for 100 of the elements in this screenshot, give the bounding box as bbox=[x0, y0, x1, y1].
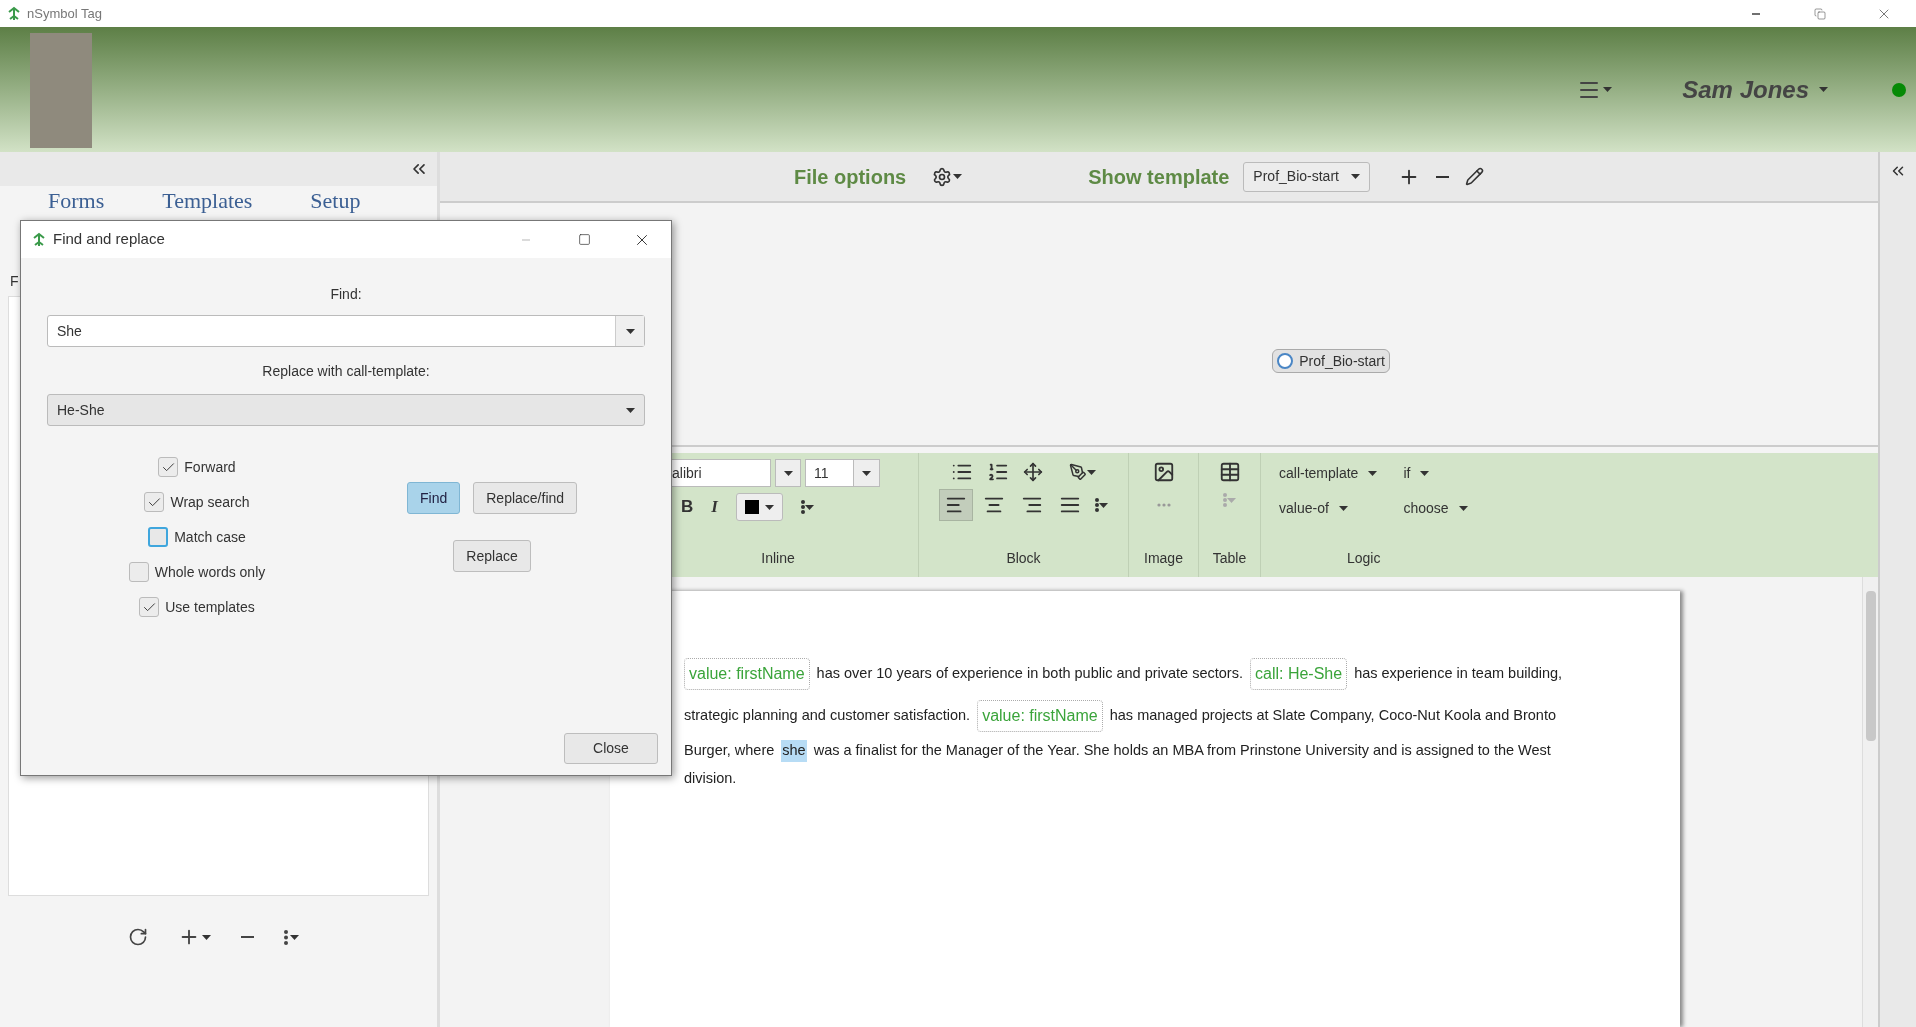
body-text: was a finalist for the Manager of the Year. She holds an MBA from Prinstone University and is assigned to the West bbox=[813, 741, 1551, 761]
option-checkbox[interactable]: Forward bbox=[158, 456, 236, 478]
refresh-icon bbox=[128, 927, 148, 947]
more-icon bbox=[800, 500, 805, 514]
italic-button[interactable]: I bbox=[711, 494, 718, 520]
body-text: has over 10 years of experience in both public and private sectors. bbox=[816, 664, 1243, 684]
pencil-icon bbox=[1464, 167, 1484, 186]
numbered-list-button[interactable] bbox=[987, 461, 1009, 483]
caret-icon bbox=[1458, 506, 1468, 511]
section-label: File options bbox=[794, 164, 907, 190]
align-button[interactable] bbox=[939, 489, 973, 521]
body-text: division. bbox=[684, 769, 737, 789]
replace-label: Replace with call-template: bbox=[262, 362, 430, 381]
dialog-title: Find and replace bbox=[53, 229, 165, 250]
caret-icon bbox=[862, 470, 871, 476]
image-icon bbox=[1152, 461, 1175, 483]
dialog-button[interactable]: Find bbox=[407, 482, 461, 514]
ellipsis-icon bbox=[1156, 503, 1171, 507]
image-button[interactable] bbox=[1152, 461, 1175, 483]
caret-icon bbox=[625, 328, 635, 334]
more-icon bbox=[284, 929, 288, 945]
maximize-icon bbox=[577, 233, 591, 246]
caret-icon bbox=[1819, 87, 1828, 92]
body-text: has managed projects at Slate Company, Coco-Nut Koola and Bronto bbox=[1109, 706, 1556, 726]
body-text: Burger, where bbox=[684, 741, 775, 761]
pen-icon bbox=[1069, 463, 1087, 481]
caret-icon bbox=[1087, 469, 1096, 475]
caret-icon bbox=[804, 504, 814, 510]
body-text: strategic planning and customer satisfaction. bbox=[684, 706, 971, 726]
field-label: F bbox=[10, 272, 19, 291]
caret-icon bbox=[1099, 502, 1108, 508]
dialog-button[interactable]: Replace/find bbox=[473, 482, 578, 514]
radio-icon bbox=[1277, 353, 1294, 369]
option-checkbox[interactable]: Whole words only bbox=[128, 561, 266, 583]
option-checkbox[interactable]: Match case bbox=[148, 526, 246, 548]
group-label: Table bbox=[1212, 549, 1247, 568]
group-label: Logic bbox=[1347, 549, 1382, 568]
option-checkbox[interactable]: Use templates bbox=[139, 596, 255, 618]
more-button[interactable] bbox=[1095, 498, 1108, 512]
panel-tab[interactable]: Setup bbox=[310, 186, 361, 216]
find-label: Find: bbox=[330, 285, 362, 304]
table-icon bbox=[1218, 461, 1241, 483]
caret-icon bbox=[1368, 471, 1378, 476]
numbered-list-icon bbox=[987, 461, 1009, 483]
minus-icon bbox=[1435, 175, 1449, 178]
app-logo-icon bbox=[6, 5, 22, 22]
more-icon bbox=[1095, 498, 1099, 512]
app-logo-icon bbox=[31, 231, 47, 248]
more-button[interactable] bbox=[800, 500, 814, 514]
size-field[interactable]: 11 bbox=[805, 459, 880, 487]
caret-icon bbox=[783, 470, 793, 476]
logic-dropdown[interactable]: choose bbox=[1403, 498, 1468, 519]
caret-icon bbox=[1350, 174, 1360, 179]
panel-tab[interactable]: Forms bbox=[48, 186, 105, 216]
minus-icon bbox=[241, 936, 254, 938]
logic-dropdown[interactable]: if bbox=[1403, 463, 1468, 484]
caret-icon bbox=[1420, 471, 1430, 476]
logic-dropdown[interactable]: call-template bbox=[1279, 463, 1378, 484]
font-dropdown[interactable] bbox=[775, 459, 801, 487]
caret-icon bbox=[1603, 87, 1613, 92]
move-button[interactable] bbox=[1023, 462, 1043, 482]
minimize-icon bbox=[522, 238, 530, 241]
logic-dropdown[interactable]: value-of bbox=[1279, 498, 1378, 519]
edit-button[interactable] bbox=[1464, 167, 1484, 186]
group-label: Image bbox=[1144, 549, 1183, 568]
minimize-icon bbox=[1752, 12, 1760, 15]
caret-icon bbox=[1227, 497, 1236, 503]
gear-icon bbox=[932, 166, 953, 187]
refresh-button[interactable] bbox=[128, 927, 148, 947]
caret-icon bbox=[202, 934, 211, 940]
search-match: she bbox=[781, 740, 807, 762]
group-label: Block bbox=[1006, 549, 1041, 568]
settings-button[interactable] bbox=[932, 166, 963, 187]
user-menu[interactable]: Sam Jones bbox=[1682, 71, 1828, 108]
dialog-button[interactable]: Replace bbox=[453, 540, 531, 572]
body-text: has experience in team building, bbox=[1354, 664, 1563, 684]
group-label: Inline bbox=[761, 549, 795, 568]
more-icon bbox=[1223, 493, 1227, 507]
caret-icon bbox=[953, 174, 963, 179]
caret-icon bbox=[290, 934, 299, 940]
caret-icon bbox=[764, 504, 774, 510]
remove-button[interactable] bbox=[1435, 175, 1449, 178]
section-label: Show template bbox=[1088, 164, 1230, 190]
option-checkbox[interactable]: Wrap search bbox=[144, 491, 250, 513]
move-icon bbox=[1023, 462, 1043, 482]
restore-icon bbox=[1814, 7, 1826, 20]
caret-icon bbox=[626, 407, 635, 413]
color-swatch bbox=[744, 500, 759, 514]
table-button[interactable] bbox=[1218, 461, 1241, 483]
template-dropdown[interactable]: Prof_Bio-start bbox=[1243, 161, 1370, 192]
more-button[interactable] bbox=[284, 929, 299, 945]
template-node[interactable]: Prof_Bio-start bbox=[1272, 349, 1390, 373]
panel-tab[interactable]: Templates bbox=[162, 186, 253, 216]
bold-button[interactable]: B bbox=[681, 494, 694, 520]
caret-icon bbox=[1338, 506, 1348, 511]
find-field[interactable]: She bbox=[47, 315, 645, 347]
template-dropdown[interactable]: He-She bbox=[47, 394, 645, 426]
text-color-button[interactable] bbox=[735, 493, 783, 521]
close-dialog-button[interactable]: Close bbox=[564, 733, 658, 764]
pen-button[interactable] bbox=[1069, 463, 1096, 481]
